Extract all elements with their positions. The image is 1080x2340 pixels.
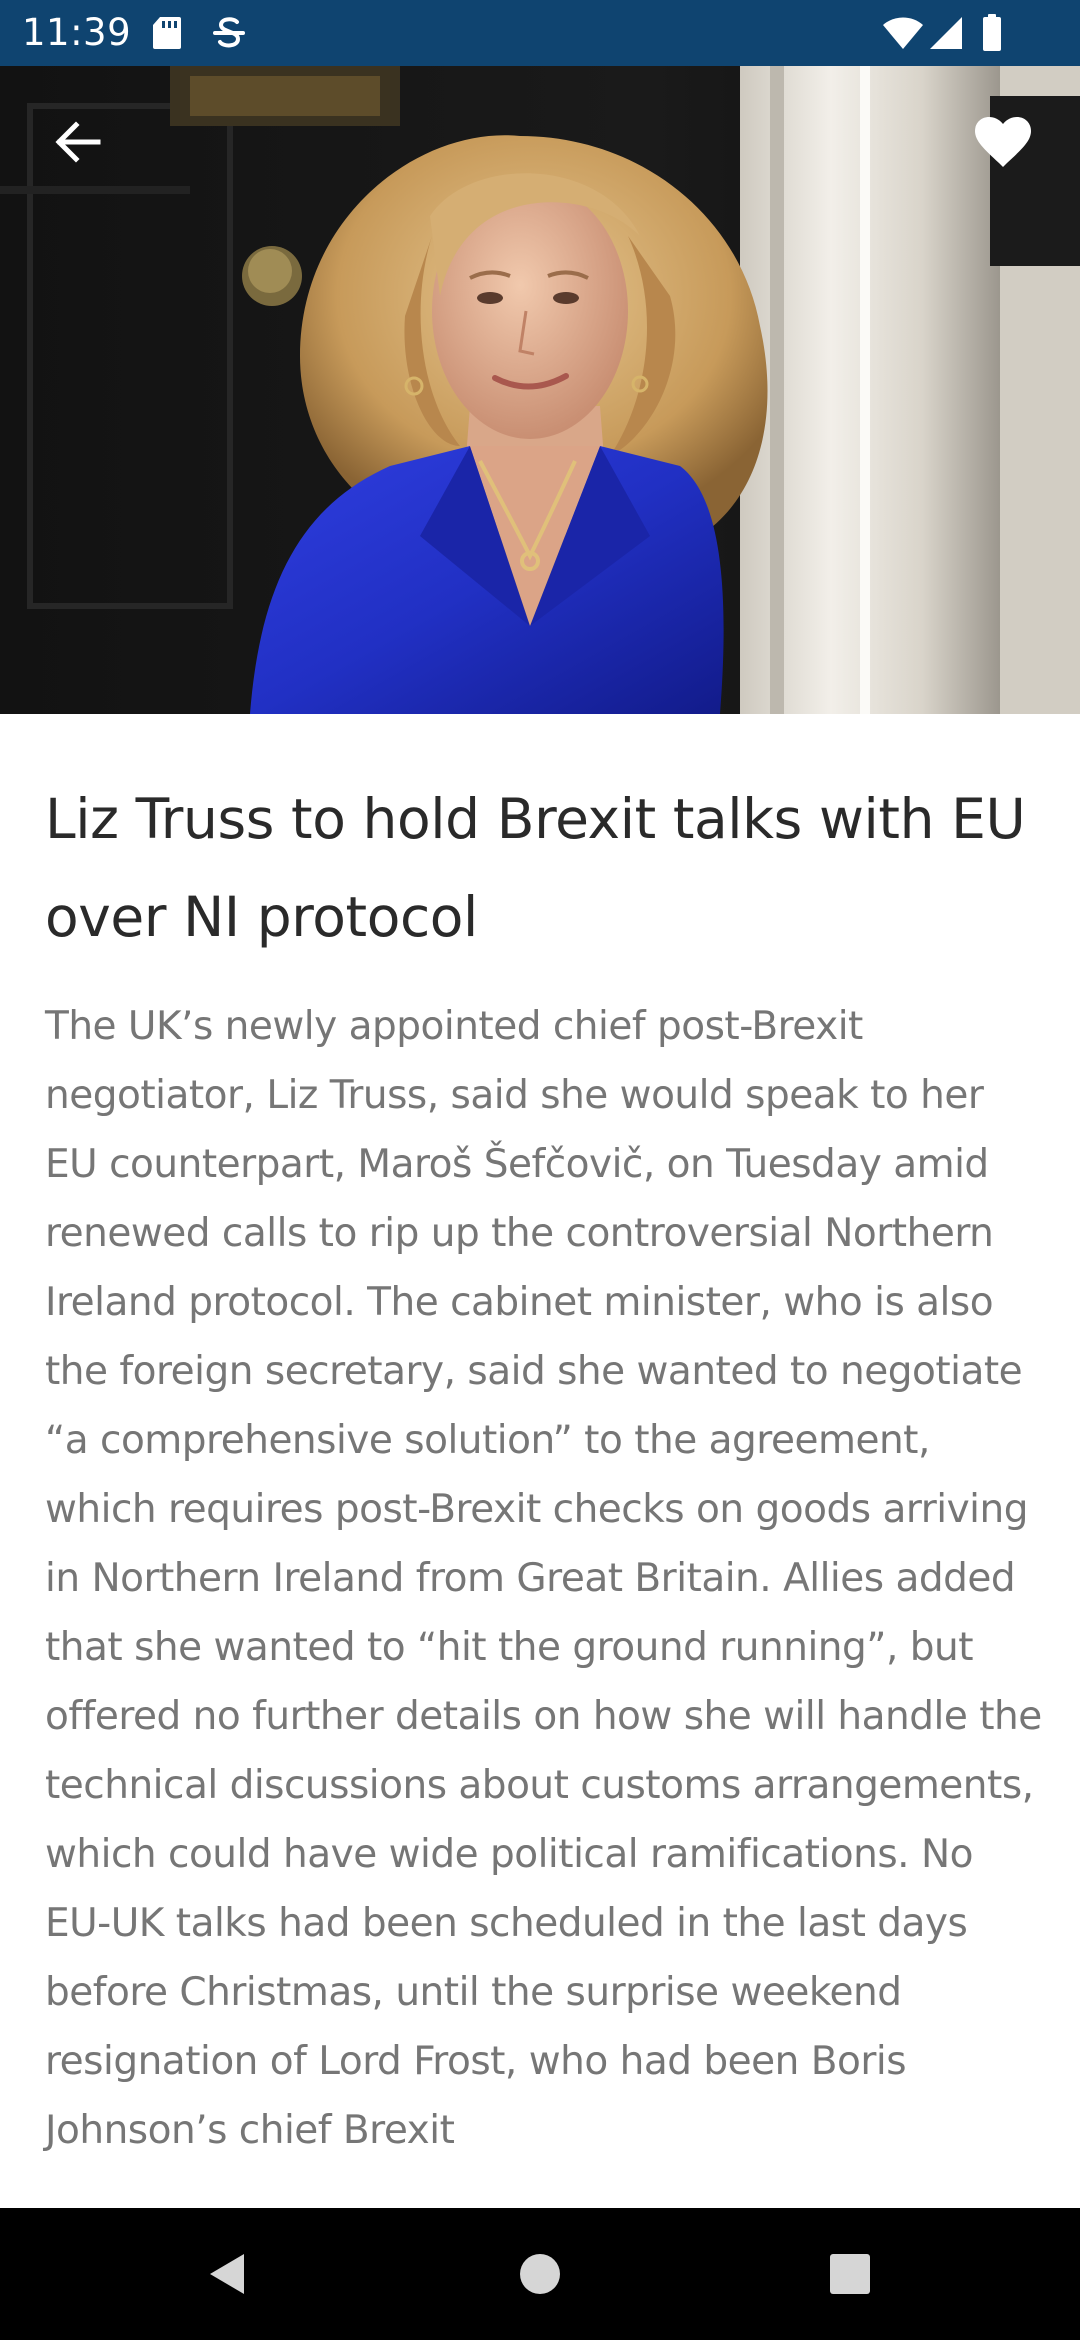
nav-home-button[interactable] xyxy=(500,2236,580,2312)
favorite-button[interactable] xyxy=(960,102,1046,182)
battery-icon xyxy=(983,14,1001,51)
status-time: 11:39 xyxy=(22,11,132,54)
hero-photo xyxy=(0,66,1080,714)
article-screen: 11:39 Liz Truss to hold Brexit talks wit… xyxy=(0,0,1080,2340)
back-button[interactable] xyxy=(38,102,118,182)
arrow-left-icon xyxy=(55,121,101,163)
article-content: Liz Truss to hold Brexit talks with EU o… xyxy=(45,770,1045,2165)
nav-recents-button[interactable] xyxy=(810,2236,890,2312)
wifi-icon xyxy=(883,17,923,49)
nav-back-icon xyxy=(210,2254,244,2294)
navigation-bar xyxy=(0,2208,1080,2340)
article-title: Liz Truss to hold Brexit talks with EU o… xyxy=(45,787,1026,949)
article-hero-image xyxy=(0,66,1080,714)
status-bar: 11:39 xyxy=(0,0,1080,66)
nav-back-button[interactable] xyxy=(186,2236,266,2312)
signal-icon xyxy=(930,17,962,49)
nav-home-icon xyxy=(520,2254,560,2294)
heart-icon xyxy=(975,117,1031,167)
s-app-icon xyxy=(213,17,245,48)
nav-recents-icon xyxy=(830,2254,870,2294)
sd-card-icon xyxy=(153,17,181,49)
article-body: The UK’s newly appointed chief post-Brex… xyxy=(45,1004,1042,2153)
